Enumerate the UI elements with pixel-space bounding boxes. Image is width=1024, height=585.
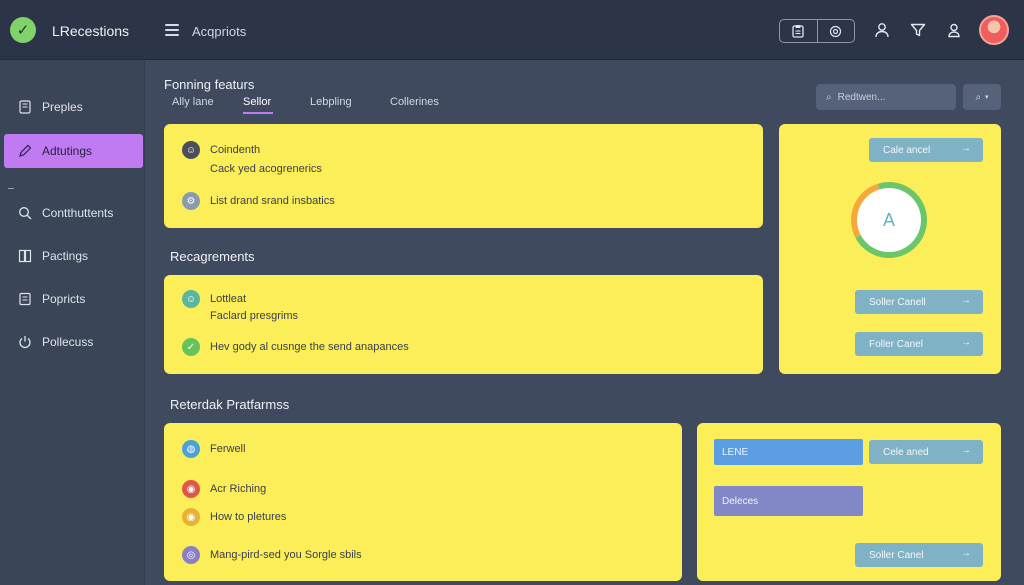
book-icon <box>16 248 34 264</box>
sidebar-item-pactings[interactable]: Pactings <box>4 239 143 273</box>
button-label: Cele aned <box>883 446 929 458</box>
list-item-text: Cack yed acogrenerics <box>210 163 322 175</box>
field-value: LENE <box>722 446 749 458</box>
cele-aned-button[interactable]: Cele aned → <box>869 440 983 464</box>
chrome-icon: ◉ <box>182 480 200 498</box>
tab-ally-lane[interactable]: Ally lane <box>172 96 214 108</box>
feature-card-2: ☺ Lottleat Faclard presgrims ✓ Hev gody … <box>164 275 763 374</box>
sidebar-item-label: Adtutings <box>42 144 93 158</box>
list-item[interactable]: ☺ Coindenth <box>182 141 260 159</box>
avatar[interactable] <box>979 15 1009 45</box>
arrow-right-icon: → <box>961 445 971 456</box>
cale-ancel-button[interactable]: Cale ancel → <box>869 138 983 162</box>
app-title: LRecestions <box>52 23 130 39</box>
sidebar-item-popricts[interactable]: Popricts <box>4 282 143 316</box>
arrow-right-icon: → <box>961 295 971 306</box>
sidebar-item-pollecuss[interactable]: Pollecuss <box>4 325 143 359</box>
avatar-letter: A <box>883 210 895 230</box>
settings-icon: ⚙ <box>182 192 200 210</box>
sidebar-item-adtutings[interactable]: Adtutings <box>4 134 143 168</box>
tab-sellor[interactable]: Sellor <box>243 96 271 108</box>
button-label: Soller Canel <box>869 549 924 561</box>
button-label: Foller Canel <box>869 338 923 350</box>
top-bar: ✓ LRecestions Acqpriots <box>0 0 1024 60</box>
sidebar-divider <box>8 188 14 189</box>
list-item-text: List drand srand insbatics <box>210 195 335 207</box>
search-icon: ⌕ <box>826 91 832 103</box>
button-label: Soller Canell <box>869 296 926 308</box>
list-item-text: Faclard presgrims <box>210 310 299 322</box>
actions-panel: LENE Cele aned → Deleces Soller Canel → <box>697 423 1001 581</box>
power-icon <box>16 334 34 350</box>
list-item[interactable]: ☺ Lottleat <box>182 290 246 308</box>
main-title: Fonning featurs <box>164 77 255 92</box>
list-item: Cack yed acogrenerics <box>210 163 322 175</box>
sidebar-item-label: Popricts <box>42 292 86 306</box>
search-placeholder: Redtwen... <box>837 91 886 103</box>
section-title-reterdak: Reterdak Pratfarmss <box>170 397 290 412</box>
button-label: Cale ancel <box>883 144 931 156</box>
deleces-field[interactable]: Deleces <box>714 486 863 516</box>
page-title: Acqpriots <box>192 24 247 39</box>
list-item[interactable]: ⚙ List drand srand insbatics <box>182 192 335 210</box>
edit-icon <box>16 143 34 159</box>
list-item[interactable]: ◎ Mang-pird-sed you Sorgle sbils <box>182 546 362 564</box>
person-icon: ☺ <box>182 290 200 308</box>
sidebar-item-preples[interactable]: Preples <box>4 90 143 124</box>
list-item: Faclard presgrims <box>210 310 298 322</box>
check-logo-icon: ✓ <box>10 17 36 43</box>
sidebar: Preples Adtutings Contthuttents Pactings… <box>0 60 145 585</box>
search-icon <box>16 205 34 221</box>
device-icon <box>16 99 34 115</box>
list-item-text: Ferwell <box>210 443 246 455</box>
sidebar-item-label: Contthuttents <box>42 206 114 220</box>
search-input[interactable]: ⌕ Redtwen... <box>816 84 956 110</box>
list-item[interactable]: ◉ How to pletures <box>182 508 286 526</box>
search-dropdown-button[interactable]: ⌕ ▾ <box>963 84 1001 110</box>
lene-field[interactable]: LENE <box>714 439 863 465</box>
list-item-text: Hev gody al cusnge the send anapances <box>210 341 409 353</box>
document-icon <box>16 291 34 307</box>
active-tab-indicator <box>243 112 273 114</box>
list-item[interactable]: ◉ Acr Riching <box>182 480 266 498</box>
section-title-recagrements: Recagrements <box>170 249 255 264</box>
hamburger-menu-icon[interactable] <box>165 24 179 36</box>
progress-donut: A <box>851 182 927 258</box>
list-item-text: Lottleat <box>210 293 247 305</box>
sidebar-item-label: Preples <box>42 100 83 114</box>
sidebar-item-contthuttents[interactable]: Contthuttents <box>4 196 143 230</box>
soller-canel-button[interactable]: Soller Canel → <box>855 543 983 567</box>
list-item-text: How to pletures <box>210 511 287 523</box>
list-item[interactable]: ◍ Ferwell <box>182 440 245 458</box>
list-item-text: Coindenth <box>210 144 261 156</box>
user-icon[interactable] <box>872 20 892 40</box>
list-item-text: Acr Riching <box>210 483 267 495</box>
compass-icon: ◎ <box>182 546 200 564</box>
field-value: Deleces <box>722 495 759 507</box>
person-icon: ☺ <box>182 141 200 159</box>
foller-canel-button[interactable]: Foller Canel → <box>855 332 983 356</box>
chevron-down-icon: ▾ <box>985 94 989 101</box>
list-item[interactable]: ✓ Hev gody al cusnge the send anapances <box>182 338 409 356</box>
account-icon[interactable] <box>944 20 964 40</box>
clipboard-icon[interactable] <box>780 20 818 42</box>
soller-canell-button[interactable]: Soller Canell → <box>855 290 983 314</box>
tab-collerines[interactable]: Collerines <box>390 96 439 108</box>
at-icon[interactable] <box>818 20 855 42</box>
arrow-right-icon: → <box>961 548 971 559</box>
list-item-text: Mang-pird-sed you Sorgle sbils <box>210 549 362 561</box>
check-icon: ✓ <box>182 338 200 356</box>
arrow-right-icon: → <box>961 337 971 348</box>
feature-card-1: ☺ Coindenth Cack yed acogrenerics ⚙ List… <box>164 124 763 228</box>
platforms-card: ◍ Ferwell ◉ Acr Riching ◉ How to pleture… <box>164 423 682 581</box>
sidebar-item-label: Pactings <box>42 249 89 263</box>
filter-icon[interactable] <box>908 20 928 40</box>
toolbar-group <box>779 19 855 43</box>
sidebar-item-label: Pollecuss <box>42 335 94 349</box>
chrome-icon: ◉ <box>182 508 200 526</box>
search-icon: ⌕ <box>975 91 982 103</box>
arrow-right-icon: → <box>961 143 971 154</box>
globe-icon: ◍ <box>182 440 200 458</box>
tab-lebpling[interactable]: Lebpling <box>310 96 352 108</box>
